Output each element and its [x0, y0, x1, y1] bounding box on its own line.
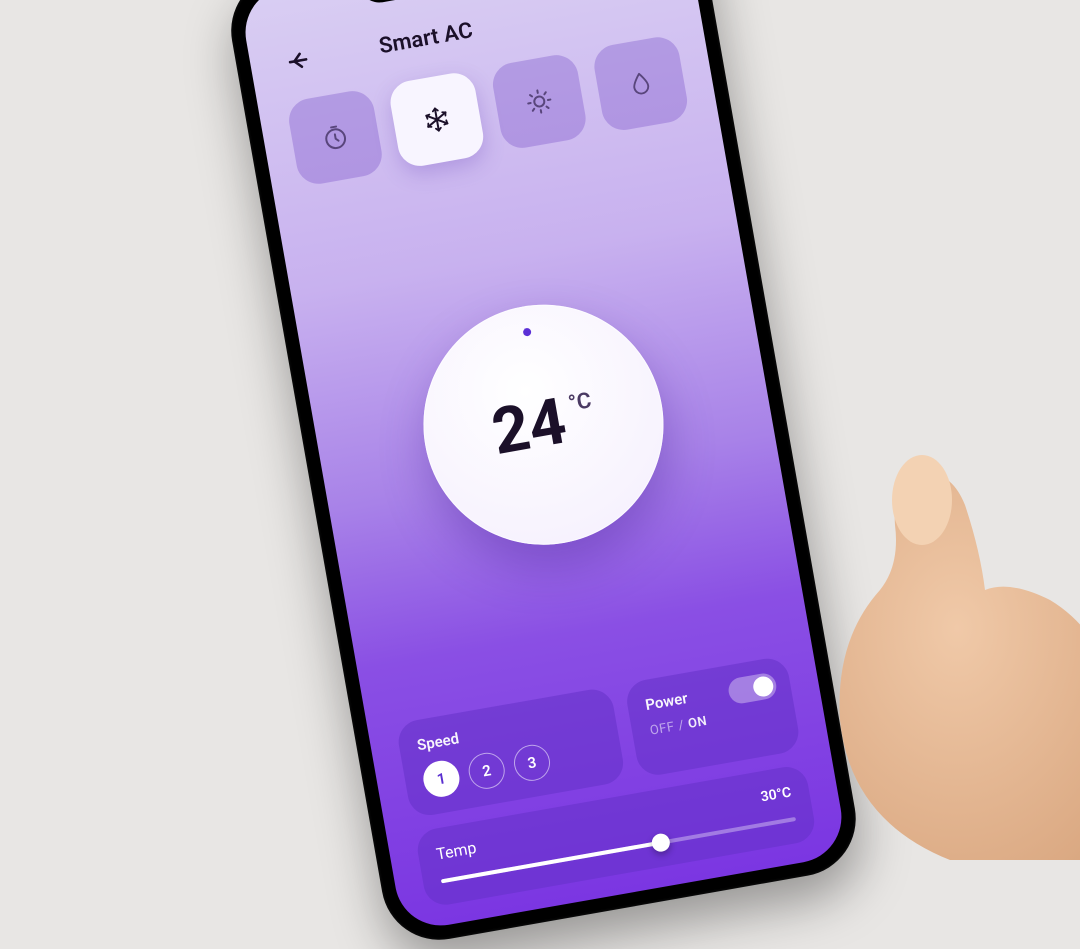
phone-frame: Smart AC	[222, 0, 865, 949]
power-card: Power OFF/ON	[623, 655, 801, 778]
droplet-icon	[624, 67, 656, 99]
speed-card: Speed 1 2 3	[395, 686, 626, 818]
speed-option-2[interactable]: 2	[466, 750, 508, 792]
temperature-readout: 24 °C	[487, 384, 599, 465]
mode-heat[interactable]	[489, 52, 589, 152]
timer-icon	[318, 120, 353, 155]
power-off-label: OFF	[649, 720, 676, 739]
temperature-value: 24	[487, 389, 570, 465]
temp-slider-label: Temp	[435, 838, 478, 864]
dial-indicator-dot	[522, 327, 531, 336]
speed-option-3[interactable]: 3	[511, 742, 553, 784]
temperature-dial-area: 24 °C	[305, 144, 782, 704]
snowflake-icon	[420, 102, 455, 137]
mode-cool[interactable]	[387, 70, 487, 170]
power-toggle[interactable]	[727, 671, 779, 705]
slider-thumb[interactable]	[651, 832, 672, 853]
power-on-label: ON	[687, 714, 708, 732]
sun-icon	[522, 84, 557, 119]
toggle-knob	[752, 675, 775, 698]
mode-timer[interactable]	[286, 88, 386, 188]
back-button[interactable]	[276, 39, 320, 83]
temperature-unit: °C	[567, 390, 593, 416]
mode-dry[interactable]	[591, 34, 691, 134]
speed-option-1[interactable]: 1	[421, 758, 463, 800]
arrow-left-icon	[282, 46, 312, 76]
temp-slider-max: 30°C	[759, 784, 792, 805]
app-screen: Smart AC	[238, 0, 848, 933]
